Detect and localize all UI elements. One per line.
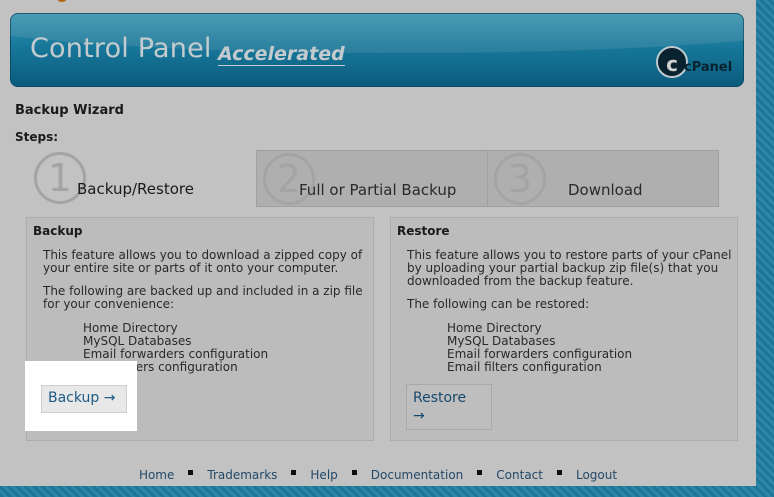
- page-title: Backup Wizard: [15, 103, 124, 118]
- separator: [477, 470, 483, 475]
- restore-desc-1: This feature allows you to restore parts…: [407, 249, 732, 288]
- text-line: by uploading your partial backup zip fil…: [407, 261, 719, 275]
- footer-link-trademarks[interactable]: Trademarks: [207, 468, 277, 482]
- banner-title: Control Panel: [30, 33, 212, 64]
- list-item: Email filters configuration: [447, 360, 602, 374]
- arrow-right-icon: →: [413, 408, 425, 424]
- footer-nav: Home Trademarks Help Documentation Contact Lo…: [0, 468, 756, 482]
- separator: [291, 470, 297, 475]
- tab-full-partial-backup[interactable]: 2 Full or Partial Backup: [256, 150, 488, 207]
- header-banner: Control Panel Accelerated c cPanel: [10, 13, 744, 87]
- cpanel-logo-text: cPanel: [684, 60, 733, 75]
- tab-label: Full or Partial Backup: [299, 181, 457, 199]
- text-line: for your convenience:: [43, 297, 175, 311]
- restore-item-list: Home Directory MySQL Databases Email for…: [447, 322, 632, 374]
- restore-panel: Restore This feature allows you to resto…: [390, 217, 738, 441]
- text-line: This feature allows you to download a zi…: [43, 248, 363, 262]
- tab-label: Backup/Restore: [77, 180, 194, 198]
- text-line: your entire site or parts of it onto you…: [43, 261, 339, 275]
- footer-link-contact[interactable]: Contact: [496, 468, 543, 482]
- restore-button-label: Restore: [413, 390, 467, 406]
- footer-link-help[interactable]: Help: [310, 468, 337, 482]
- separator: [351, 470, 357, 475]
- footer-link-logout[interactable]: Logout: [576, 468, 617, 482]
- tab-label: Download: [568, 181, 643, 199]
- tab-backup-restore[interactable]: 1 Backup/Restore: [28, 150, 256, 207]
- restore-desc-2: The following can be restored:: [407, 297, 590, 311]
- tab-download[interactable]: 3 Download: [487, 150, 719, 207]
- steps-label: Steps:: [15, 130, 59, 144]
- backup-desc-1: This feature allows you to download a zi…: [43, 249, 362, 275]
- text-line: downloaded from the backup feature.: [407, 274, 634, 288]
- banner-subtitle: Accelerated: [218, 43, 345, 66]
- backup-title: Backup: [33, 224, 83, 238]
- footer-link-home[interactable]: Home: [139, 468, 174, 482]
- spotlight-highlight: Backup →: [25, 361, 137, 431]
- top-orange-icon: [56, 0, 68, 2]
- restore-button[interactable]: Restore →: [406, 384, 492, 430]
- backup-desc-2: The following are backed up and included…: [43, 285, 363, 311]
- cpanel-logo[interactable]: c cPanel: [656, 46, 732, 80]
- step-3-icon: 3: [494, 153, 546, 205]
- separator: [188, 470, 194, 475]
- separator: [556, 470, 562, 475]
- footer-link-documentation[interactable]: Documentation: [371, 468, 464, 482]
- text-line: The following are backed up and included…: [43, 284, 363, 298]
- backup-button[interactable]: Backup →: [41, 385, 127, 413]
- restore-title: Restore: [397, 224, 450, 238]
- text-line: This feature allows you to restore parts…: [407, 248, 732, 262]
